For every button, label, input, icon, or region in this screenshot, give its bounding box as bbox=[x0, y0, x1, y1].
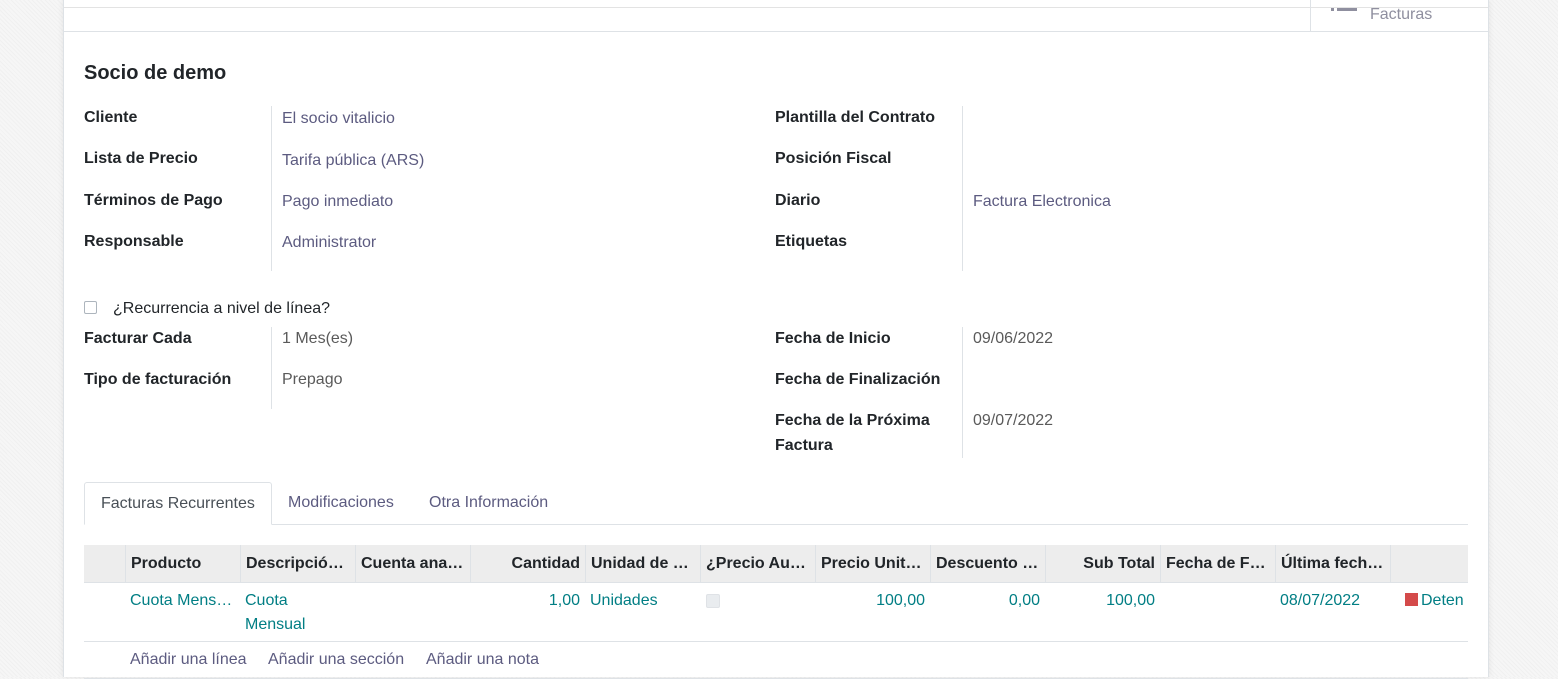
column-header-cantidad[interactable]: Cantidad bbox=[470, 545, 585, 582]
recurrence-checkbox-label[interactable]: ¿Recurrencia a nivel de línea? bbox=[113, 296, 330, 321]
terminos-pago-field[interactable]: Pago inmediato bbox=[282, 189, 393, 214]
button-box: Facturas bbox=[64, 0, 1488, 32]
tab-otra-informacion[interactable]: Otra Información bbox=[413, 482, 564, 524]
column-header-descripcion[interactable]: Descripció… bbox=[240, 545, 355, 582]
cell-descripcion[interactable]: Cuota Mensual bbox=[240, 589, 330, 637]
column-header-fecha-facturacion[interactable]: Fecha de F… bbox=[1160, 545, 1275, 582]
stop-icon bbox=[1405, 593, 1418, 606]
diario-field[interactable]: Factura Electronica bbox=[973, 189, 1111, 214]
tab-facturas-recurrentes[interactable]: Facturas Recurrentes bbox=[84, 482, 272, 525]
tab-modificaciones[interactable]: Modificaciones bbox=[272, 482, 410, 524]
tipo-facturacion-label: Tipo de facturación bbox=[84, 371, 232, 388]
column-header-ultima-fecha[interactable]: Última fech… bbox=[1275, 545, 1390, 582]
form-sheet: Facturas Socio de demo Cliente El socio … bbox=[63, 0, 1489, 679]
recurrence-checkbox[interactable] bbox=[84, 301, 97, 314]
cliente-label: Cliente bbox=[84, 109, 138, 126]
lista-precio-field[interactable]: Tarifa pública (ARS) bbox=[282, 148, 424, 173]
cell-ultima-fecha[interactable]: 08/07/2022 bbox=[1275, 589, 1390, 613]
column-header-descuento[interactable]: Descuento … bbox=[930, 545, 1045, 582]
add-line-link[interactable]: Añadir una línea bbox=[130, 648, 247, 672]
column-header-unidad[interactable]: Unidad de … bbox=[585, 545, 700, 582]
posicion-fiscal-label: Posición Fiscal bbox=[775, 150, 892, 167]
facturar-cada-field[interactable]: 1 Mes(es) bbox=[282, 326, 353, 351]
add-row-actions: Añadir una línea Añadir una sección Añad… bbox=[84, 642, 1468, 679]
fecha-inicio-field[interactable]: 09/06/2022 bbox=[973, 326, 1053, 351]
right-group-separator bbox=[962, 106, 963, 271]
table-row[interactable]: Cuota Mens… Cuota Mensual 1,00 Unidades … bbox=[84, 583, 1468, 642]
responsable-label: Responsable bbox=[84, 233, 184, 250]
recurrence-left-separator bbox=[271, 327, 272, 409]
column-header-cuenta-analitica[interactable]: Cuenta ana… bbox=[355, 545, 470, 582]
cliente-field[interactable]: El socio vitalicio bbox=[282, 106, 395, 131]
tipo-facturacion-field[interactable]: Prepago bbox=[282, 367, 343, 392]
cell-descuento[interactable]: 0,00 bbox=[930, 589, 1045, 613]
cell-subtotal[interactable]: 100,00 bbox=[1045, 589, 1160, 613]
cell-cantidad[interactable]: 1,00 bbox=[470, 589, 585, 613]
invoices-smart-button[interactable]: Facturas bbox=[1310, 0, 1488, 31]
column-header-subtotal[interactable]: Sub Total bbox=[1045, 545, 1160, 582]
fecha-proxima-factura-label: Fecha de la Próxima Factura bbox=[775, 412, 930, 454]
invoices-smart-button-label: Facturas bbox=[1370, 6, 1433, 23]
cell-precio-auto-checkbox[interactable] bbox=[706, 594, 720, 608]
left-group-separator bbox=[271, 106, 272, 271]
column-header-producto[interactable]: Producto bbox=[125, 545, 240, 582]
add-section-link[interactable]: Añadir una sección bbox=[268, 648, 404, 672]
add-note-link[interactable]: Añadir una nota bbox=[426, 648, 539, 672]
table-header: Producto Descripció… Cuenta ana… Cantida… bbox=[84, 545, 1468, 583]
column-header-status bbox=[1390, 545, 1466, 582]
lista-precio-label: Lista de Precio bbox=[84, 150, 198, 167]
terminos-pago-label: Términos de Pago bbox=[84, 192, 223, 209]
recurrence-right-separator bbox=[962, 327, 963, 458]
notebook-tabs: Facturas Recurrentes Modificaciones Otra… bbox=[84, 482, 1468, 525]
fecha-inicio-label: Fecha de Inicio bbox=[775, 330, 891, 347]
list-icon bbox=[1331, 6, 1359, 14]
cell-unidad[interactable]: Unidades bbox=[585, 589, 700, 613]
cell-producto[interactable]: Cuota Mens… bbox=[125, 589, 240, 613]
diario-label: Diario bbox=[775, 192, 821, 209]
fecha-proxima-factura-field[interactable]: 09/07/2022 bbox=[973, 408, 1053, 433]
column-header-precio-unitario[interactable]: Precio Unit… bbox=[815, 545, 930, 582]
fecha-finalizacion-label: Fecha de Finalización bbox=[775, 371, 941, 388]
facturar-cada-label: Facturar Cada bbox=[84, 330, 192, 347]
responsable-field[interactable]: Administrator bbox=[282, 230, 376, 255]
cell-precio-unitario[interactable]: 100,00 bbox=[815, 589, 930, 613]
partner-title: Socio de demo bbox=[84, 62, 227, 84]
cell-status[interactable]: Deten bbox=[1421, 589, 1464, 613]
etiquetas-label: Etiquetas bbox=[775, 233, 848, 250]
plantilla-contrato-label: Plantilla del Contrato bbox=[775, 109, 936, 126]
column-header-precio-auto[interactable]: ¿Precio Au… bbox=[700, 545, 815, 582]
